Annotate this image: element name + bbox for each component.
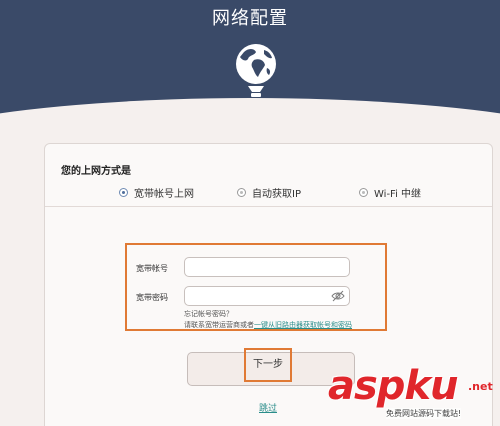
skip-link[interactable]: 跳过 xyxy=(259,401,277,414)
watermark-logo: aspku xyxy=(328,363,459,409)
radio-pppoe[interactable]: 宽带帐号上网 xyxy=(119,185,194,200)
account-field-label: 宽带帐号 xyxy=(136,264,168,273)
radio-wifi-relay-label: Wi-Fi 中继 xyxy=(374,189,422,200)
import-from-old-router-link[interactable]: 一键从旧路由器获取帐号和密码 xyxy=(254,321,352,329)
password-input[interactable] xyxy=(184,286,350,306)
contact-isp-label: 请联系宽带运营商或者 xyxy=(184,321,254,329)
page-title: 网络配置 xyxy=(212,8,288,29)
account-input[interactable] xyxy=(184,257,350,277)
header-band: 网络配置 xyxy=(0,0,500,135)
connection-type-section: 您的上网方式是 宽带帐号上网 自动获取IP Wi-Fi 中继 xyxy=(45,144,492,207)
radio-selected-icon[interactable] xyxy=(119,188,128,197)
radio-unselected-icon[interactable] xyxy=(237,188,246,197)
next-button[interactable]: 下一步 xyxy=(244,348,292,382)
radio-unselected-icon[interactable] xyxy=(359,188,368,197)
watermark-subtitle: 免费网站源码下载站! xyxy=(386,408,462,419)
watermark: aspku .net 免费网站源码下载站! xyxy=(328,364,500,426)
forgot-credentials-text: 忘记帐号密码？ xyxy=(184,310,233,318)
eye-hidden-icon[interactable] xyxy=(331,290,345,302)
radio-dhcp[interactable]: 自动获取IP xyxy=(237,185,301,200)
radio-dhcp-label: 自动获取IP xyxy=(252,189,301,200)
header-curve xyxy=(0,98,500,135)
globe-icon xyxy=(236,44,276,97)
radio-wifi-relay[interactable]: Wi-Fi 中继 xyxy=(359,185,421,200)
credentials-form: 宽带帐号 宽带密码 忘记帐号密码？ 请联系宽带运营商或者一键从旧路由器获取帐号和… xyxy=(125,243,387,331)
watermark-tld: .net xyxy=(468,380,493,393)
contact-isp-text: 请联系宽带运营商或者一键从旧路由器获取帐号和密码 xyxy=(184,320,352,330)
password-field-label: 宽带密码 xyxy=(136,293,168,302)
connection-type-label: 您的上网方式是 xyxy=(61,166,131,177)
radio-pppoe-label: 宽带帐号上网 xyxy=(134,189,194,200)
